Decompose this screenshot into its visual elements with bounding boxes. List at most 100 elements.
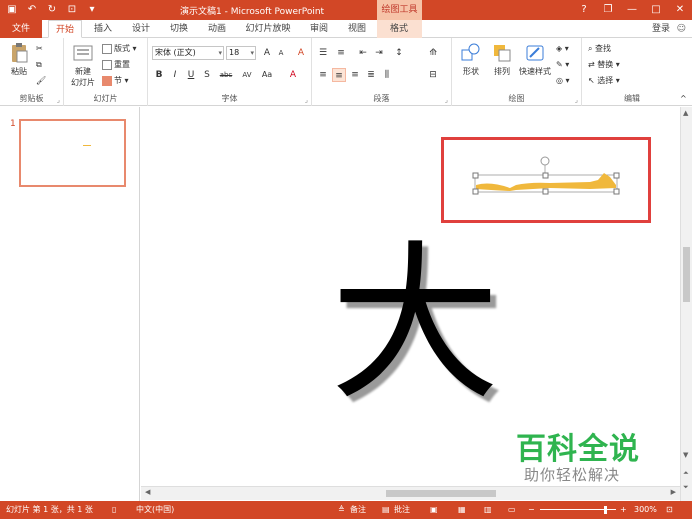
clipboard-launcher-icon[interactable]: ⌟ <box>57 96 60 104</box>
tab-transitions[interactable]: 切换 <box>164 20 194 38</box>
line-spacing-icon[interactable]: ↕ <box>392 46 406 60</box>
scroll-up-icon[interactable]: ▲ <box>683 109 688 117</box>
text-direction-icon[interactable]: ⟰ <box>426 46 440 60</box>
justify-icon[interactable]: ≣ <box>364 68 378 82</box>
horizontal-scroll-thumb[interactable] <box>386 490 496 497</box>
tab-animations[interactable]: 动画 <box>202 20 232 38</box>
user-icon[interactable]: ☺ <box>677 20 686 38</box>
align-left-icon[interactable]: ≡ <box>316 68 330 82</box>
section-button[interactable]: 节 ▾ <box>102 74 129 87</box>
ribbon-display-icon[interactable]: ❐ <box>596 0 620 20</box>
reading-view-icon[interactable]: ▥ <box>484 501 492 519</box>
notes-button[interactable]: 备注 <box>350 501 366 519</box>
arrange-button[interactable]: 排列 <box>488 42 516 77</box>
copy-icon[interactable]: ⧉ <box>36 58 42 71</box>
close-button[interactable]: ✕ <box>668 0 692 20</box>
tab-view[interactable]: 视图 <box>342 20 372 38</box>
handle-nw[interactable] <box>472 172 479 179</box>
align-center-icon[interactable]: ≡ <box>332 68 346 82</box>
zoom-slider-thumb[interactable] <box>604 506 607 514</box>
present-icon[interactable]: ⊡ <box>64 2 80 18</box>
comments-button[interactable]: 批注 <box>394 501 410 519</box>
scroll-down-icon[interactable]: ▼ <box>683 451 688 459</box>
cut-icon[interactable]: ✂ <box>36 42 43 55</box>
tab-file[interactable]: 文件 <box>0 20 42 38</box>
handle-s[interactable] <box>542 188 549 195</box>
vertical-scrollbar[interactable]: ▲ ▼ ⏶ ⏷ <box>680 107 692 501</box>
font-size-combo[interactable]: 18 ▾ <box>226 46 256 60</box>
customize-icon[interactable]: ▾ <box>84 2 100 18</box>
underline-button[interactable]: U <box>184 68 198 82</box>
font-launcher-icon[interactable]: ⌟ <box>305 96 308 104</box>
select-button[interactable]: ↖ 选择 ▾ <box>588 74 620 87</box>
numbering-icon[interactable]: ≡ <box>334 46 348 60</box>
scroll-left-icon[interactable]: ◀ <box>145 488 150 496</box>
minimize-button[interactable]: — <box>620 0 644 20</box>
vertical-scroll-thumb[interactable] <box>683 247 690 302</box>
columns-icon[interactable]: ⫼ <box>380 68 394 82</box>
tab-format[interactable]: 格式 <box>382 20 416 38</box>
prev-slide-icon[interactable]: ⏶ <box>683 469 689 478</box>
shapes-button[interactable]: 形状 <box>456 42 486 77</box>
rotate-handle-icon[interactable] <box>540 156 550 166</box>
zoom-level[interactable]: 300% <box>634 501 657 519</box>
handle-n[interactable] <box>542 172 549 179</box>
horizontal-scrollbar[interactable]: ◀ ▶ <box>141 486 680 500</box>
collapse-ribbon-icon[interactable]: ^ <box>680 92 687 105</box>
paste-button[interactable]: 粘贴 <box>4 42 34 77</box>
handle-sw[interactable] <box>472 188 479 195</box>
tab-home[interactable]: 开始 <box>48 20 82 38</box>
zoom-out-button[interactable]: − <box>528 501 535 519</box>
quick-styles-button[interactable]: 快速样式 <box>516 42 554 77</box>
font-color-button[interactable]: A <box>286 68 300 82</box>
grow-font-button[interactable]: A <box>260 46 274 60</box>
notes-icon[interactable]: ≜ <box>338 501 345 519</box>
shape-effects-icon[interactable]: ◎ ▾ <box>556 74 570 87</box>
bold-button[interactable]: B <box>152 68 166 82</box>
drawing-launcher-icon[interactable]: ⌟ <box>575 96 578 104</box>
shape-fill-icon[interactable]: ◈ ▾ <box>556 42 569 55</box>
spell-check-icon[interactable]: ▯ <box>112 501 116 519</box>
tab-design[interactable]: 设计 <box>126 20 156 38</box>
handle-ne[interactable] <box>613 172 620 179</box>
find-button[interactable]: ⌕ 查找 <box>588 42 611 55</box>
new-slide-button[interactable]: 新建 幻灯片 <box>68 42 98 88</box>
normal-view-icon[interactable]: ▣ <box>430 501 438 519</box>
slideshow-view-icon[interactable]: ▭ <box>508 501 516 519</box>
italic-button[interactable]: I <box>168 68 182 82</box>
bullets-icon[interactable]: ☰ <box>316 46 330 60</box>
undo-icon[interactable]: ↶ <box>24 2 40 18</box>
change-case-button[interactable]: Aa <box>258 68 276 82</box>
help-icon[interactable]: ? <box>572 0 596 20</box>
scroll-right-icon[interactable]: ▶ <box>671 488 676 496</box>
strikethrough-button[interactable]: abc <box>216 68 236 82</box>
char-spacing-button[interactable]: AV <box>238 68 256 82</box>
selected-shape[interactable] <box>470 155 622 197</box>
handle-se[interactable] <box>613 188 620 195</box>
fit-slide-icon[interactable]: ⊡ <box>666 501 673 519</box>
login-link[interactable]: 登录 <box>652 20 670 38</box>
decrease-indent-icon[interactable]: ⇤ <box>356 46 370 60</box>
slide-character[interactable]: 大 <box>330 240 500 410</box>
slide-thumbnail[interactable] <box>19 119 126 187</box>
align-right-icon[interactable]: ≡ <box>348 68 362 82</box>
slide-sorter-icon[interactable]: ▦ <box>458 501 466 519</box>
layout-button[interactable]: 版式 ▾ <box>102 42 137 55</box>
maximize-button[interactable]: □ <box>644 0 668 20</box>
increase-indent-icon[interactable]: ⇥ <box>372 46 386 60</box>
tab-slideshow[interactable]: 幻灯片放映 <box>240 20 296 38</box>
language-indicator[interactable]: 中文(中国) <box>136 501 174 519</box>
comments-icon[interactable]: ▤ <box>382 501 390 519</box>
shape-outline-icon[interactable]: ✎ ▾ <box>556 58 569 71</box>
zoom-in-button[interactable]: + <box>620 501 627 519</box>
font-name-combo[interactable]: 宋体 (正文) ▾ <box>152 46 224 60</box>
next-slide-icon[interactable]: ⏷ <box>683 483 689 492</box>
reset-button[interactable]: 重置 <box>102 58 130 71</box>
replace-button[interactable]: ⇄ 替换 ▾ <box>588 58 620 71</box>
tab-insert[interactable]: 插入 <box>88 20 118 38</box>
shadow-button[interactable]: S <box>200 68 214 82</box>
redo-icon[interactable]: ↻ <box>44 2 60 18</box>
clear-format-button[interactable]: A <box>294 46 308 60</box>
format-painter-icon[interactable]: 🖌 <box>36 74 46 87</box>
save-icon[interactable]: ▣ <box>4 2 20 18</box>
